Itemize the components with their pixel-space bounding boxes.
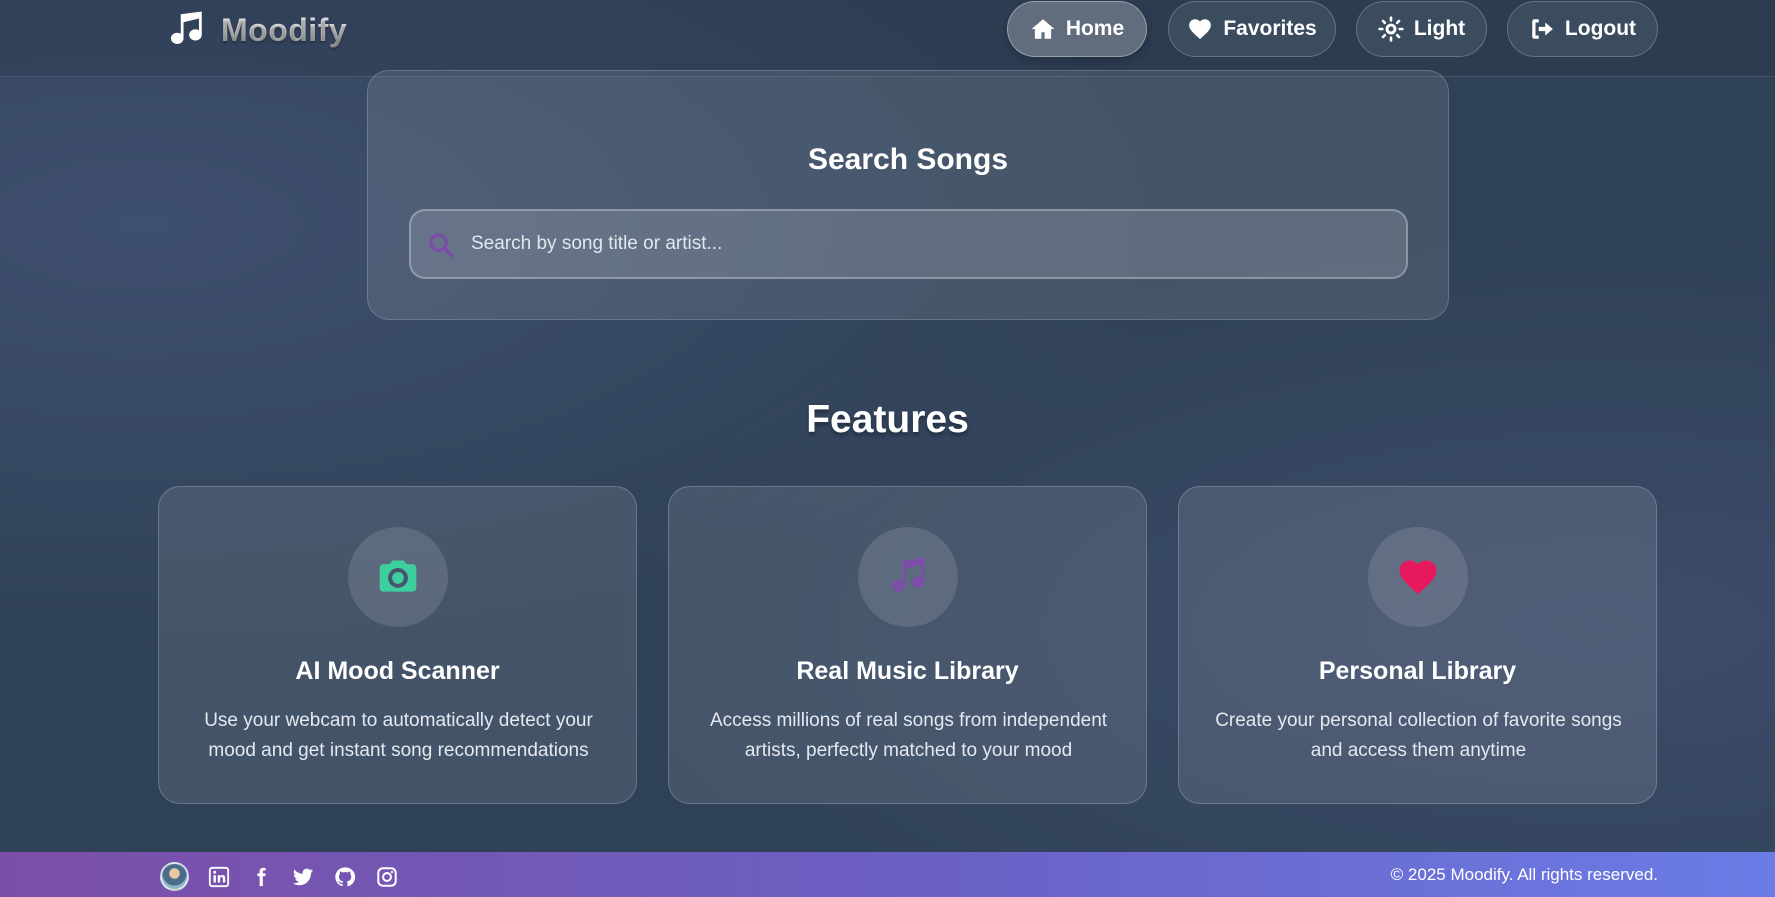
- favorites-label: Favorites: [1223, 17, 1317, 40]
- music-note-icon: [892, 557, 925, 592]
- home-icon: [1031, 19, 1055, 39]
- feature-title: Real Music Library: [796, 657, 1019, 685]
- twitter-icon: [292, 868, 314, 885]
- brand-name: Moodify: [221, 11, 348, 48]
- footer: © 2025 Moodify. All rights reserved.: [0, 852, 1775, 897]
- home-button[interactable]: Home: [1007, 1, 1147, 57]
- instagram-icon: [377, 866, 397, 887]
- feature-icon-circle: [858, 527, 958, 627]
- home-label: Home: [1065, 17, 1125, 40]
- social-links: [160, 862, 399, 891]
- github-icon: [335, 866, 356, 886]
- linkedin-link[interactable]: [207, 865, 231, 889]
- facebook-link[interactable]: [249, 865, 273, 889]
- search-box[interactable]: [409, 209, 1408, 279]
- feature-icon-circle: [348, 527, 448, 627]
- instagram-link[interactable]: [375, 865, 399, 889]
- search-input[interactable]: [471, 211, 1391, 277]
- github-link[interactable]: [333, 865, 357, 889]
- music-note-icon: [170, 11, 202, 44]
- top-navbar: Moodify Home Favorites Light Logout: [0, 0, 1775, 77]
- theme-label: Light: [1413, 17, 1466, 40]
- sun-icon: [1378, 16, 1404, 42]
- feature-icon-circle: [1368, 527, 1468, 627]
- feature-title: AI Mood Scanner: [295, 657, 500, 685]
- feature-title: Personal Library: [1318, 657, 1517, 685]
- logout-button[interactable]: Logout: [1507, 1, 1658, 57]
- heart-icon: [1399, 560, 1437, 595]
- avatar[interactable]: [160, 862, 189, 891]
- feature-description: Use your webcam to automatically detect …: [204, 710, 593, 761]
- brand-logo[interactable]: Moodify: [165, 8, 347, 52]
- camera-icon: [379, 560, 417, 592]
- search-title: Search Songs: [807, 143, 1009, 176]
- favorites-button[interactable]: Favorites: [1168, 1, 1336, 57]
- features-title: Features: [806, 398, 969, 441]
- twitter-link[interactable]: [291, 865, 315, 889]
- search-section: Search Songs: [367, 70, 1449, 320]
- heart-icon: [1189, 19, 1212, 40]
- logout-label: Logout: [1564, 17, 1637, 40]
- feature-description: Create your personal collection of favor…: [1215, 710, 1622, 761]
- feature-card-music-library: Real Music Library Access millions of re…: [668, 486, 1147, 804]
- theme-toggle-button[interactable]: Light: [1356, 1, 1487, 57]
- feature-card-mood-scanner: AI Mood Scanner Use your webcam to autom…: [158, 486, 637, 804]
- feature-description: Access millions of real songs from indep…: [709, 710, 1108, 761]
- facebook-icon: [257, 867, 266, 886]
- logout-icon: [1532, 19, 1553, 39]
- copyright-text: © 2025 Moodify. All rights reserved.: [1390, 865, 1658, 884]
- search-icon: [429, 233, 454, 258]
- feature-card-personal-library: Personal Library Create your personal co…: [1178, 486, 1657, 804]
- linkedin-icon: [208, 866, 230, 887]
